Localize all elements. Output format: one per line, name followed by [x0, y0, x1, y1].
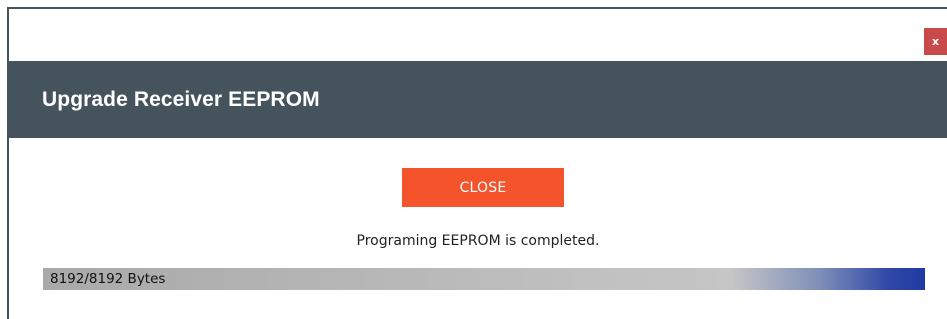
window-close-icon[interactable]: x: [924, 28, 947, 55]
status-message: Programing EEPROM is completed.: [356, 233, 600, 249]
close-button[interactable]: CLOSE: [402, 168, 564, 207]
progress-bar: 8192/8192 Bytes: [43, 268, 925, 290]
dialog-header: Upgrade Receiver EEPROM: [9, 61, 947, 138]
progress-fill: [43, 268, 925, 290]
dialog-window: x Upgrade Receiver EEPROM CLOSE Programi…: [7, 7, 947, 319]
dialog-title: Upgrade Receiver EEPROM: [42, 87, 320, 111]
progress-label: 8192/8192 Bytes: [50, 271, 166, 287]
